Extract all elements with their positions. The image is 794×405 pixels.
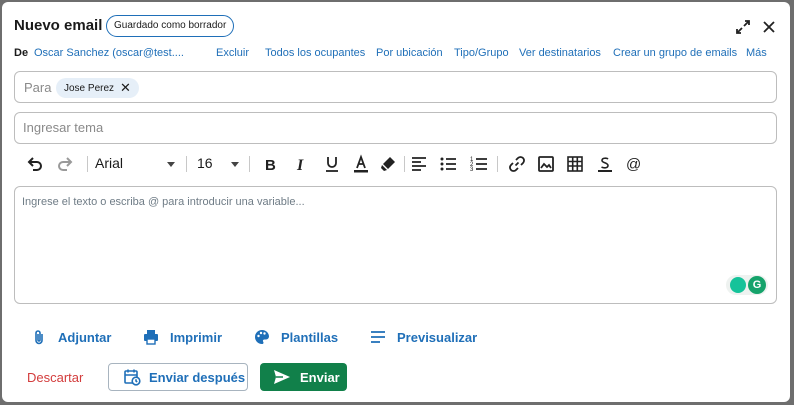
palette-icon — [255, 330, 269, 344]
all-occupants-link[interactable]: Todos los ocupantes — [265, 47, 365, 59]
templates-button[interactable]: Plantillas — [253, 325, 338, 349]
draft-status-badge: Guardado como borrador — [106, 15, 235, 37]
more-link[interactable]: Más — [746, 47, 767, 59]
font-color-icon[interactable] — [351, 154, 371, 174]
attach-label: Adjuntar — [58, 329, 112, 345]
close-icon[interactable] — [760, 18, 778, 36]
to-placeholder: Para — [24, 80, 52, 95]
toolbar-divider — [87, 156, 88, 172]
templates-label: Plantillas — [281, 329, 339, 345]
toolbar-divider — [404, 156, 405, 172]
undo-icon[interactable] — [24, 154, 44, 174]
redo-icon[interactable] — [56, 154, 76, 174]
message-body-editor[interactable]: Ingrese el texto o escriba @ para introd… — [14, 186, 777, 304]
send-label: Enviar — [300, 369, 340, 385]
expand-icon[interactable] — [734, 18, 752, 36]
attach-button[interactable]: Adjuntar — [30, 325, 111, 349]
preview-label: Previsualizar — [397, 329, 478, 345]
recipient-chip-label: Jose Perez — [64, 83, 115, 94]
paperclip-icon — [35, 330, 43, 345]
grammarly-bulb-icon[interactable] — [730, 277, 746, 293]
new-email-dialog: Nuevo email Guardado como borrador De Os… — [2, 2, 790, 402]
toolbar-divider — [249, 156, 250, 172]
grammarly-g-icon[interactable]: G — [748, 276, 766, 294]
toolbar-divider — [497, 156, 498, 172]
formatting-toolbar: Arial 16 B I 123 @ — [14, 150, 777, 178]
numbered-list-icon[interactable]: 123 — [469, 154, 489, 174]
font-size-select[interactable]: 16 — [197, 155, 213, 171]
highlight-icon[interactable] — [378, 154, 398, 174]
dialog-footer: Descartar Enviar después Enviar — [14, 363, 614, 391]
compose-actions: Adjuntar Imprimir Plantillas Previsualiz… — [14, 325, 614, 349]
align-left-icon[interactable] — [409, 154, 429, 174]
dialog-header: Nuevo email Guardado como borrador — [14, 15, 778, 41]
underline-icon[interactable] — [322, 154, 342, 174]
strikethrough-icon[interactable] — [595, 154, 615, 174]
grammarly-widget[interactable]: G — [726, 275, 768, 295]
font-size-caret-icon[interactable] — [231, 162, 239, 167]
exclude-link[interactable]: Excluir — [216, 47, 249, 59]
send-icon — [274, 370, 290, 384]
font-family-select[interactable]: Arial — [95, 155, 123, 171]
preview-button[interactable]: Previsualizar — [369, 325, 477, 349]
recipient-chip: Jose Perez ✕ — [56, 78, 139, 98]
svg-text:@: @ — [626, 156, 641, 173]
image-icon[interactable] — [536, 154, 556, 174]
dialog-title: Nuevo email — [14, 17, 103, 34]
send-later-label: Enviar después — [149, 369, 246, 385]
from-label: De — [14, 47, 29, 59]
font-family-caret-icon[interactable] — [167, 162, 175, 167]
calendar-clock-icon — [124, 369, 141, 386]
create-email-group-link[interactable]: Crear un grupo de emails — [613, 47, 737, 59]
body-placeholder: Ingrese el texto o escriba @ para introd… — [22, 196, 305, 208]
by-location-link[interactable]: Por ubicación — [376, 47, 443, 59]
sender-selector[interactable]: Oscar Sanchez (oscar@test.... — [34, 47, 184, 59]
printer-icon — [144, 330, 158, 345]
view-recipients-link[interactable]: Ver destinatarios — [519, 47, 601, 59]
subject-field — [14, 112, 777, 144]
table-icon[interactable] — [565, 154, 585, 174]
preview-lines-icon — [371, 331, 385, 343]
send-button[interactable]: Enviar — [260, 363, 347, 391]
bulleted-list-icon[interactable] — [438, 154, 458, 174]
bold-icon[interactable]: B — [260, 154, 280, 174]
send-later-button[interactable]: Enviar después — [108, 363, 248, 391]
subject-input[interactable] — [23, 120, 763, 135]
to-field[interactable]: Para Jose Perez ✕ — [14, 71, 777, 103]
print-button[interactable]: Imprimir — [142, 325, 222, 349]
link-icon[interactable] — [507, 154, 527, 174]
svg-text:B: B — [265, 157, 276, 174]
svg-text:3: 3 — [470, 167, 474, 173]
print-label: Imprimir — [170, 329, 223, 345]
type-group-link[interactable]: Tipo/Grupo — [454, 47, 509, 59]
at-sign-icon[interactable]: @ — [624, 154, 644, 174]
from-row: De Oscar Sanchez (oscar@test.... Excluir… — [14, 47, 778, 63]
discard-button[interactable]: Descartar — [27, 370, 83, 385]
remove-recipient-icon[interactable]: ✕ — [120, 78, 131, 98]
italic-icon[interactable]: I — [291, 154, 311, 174]
toolbar-divider — [186, 156, 187, 172]
svg-text:I: I — [296, 157, 304, 174]
